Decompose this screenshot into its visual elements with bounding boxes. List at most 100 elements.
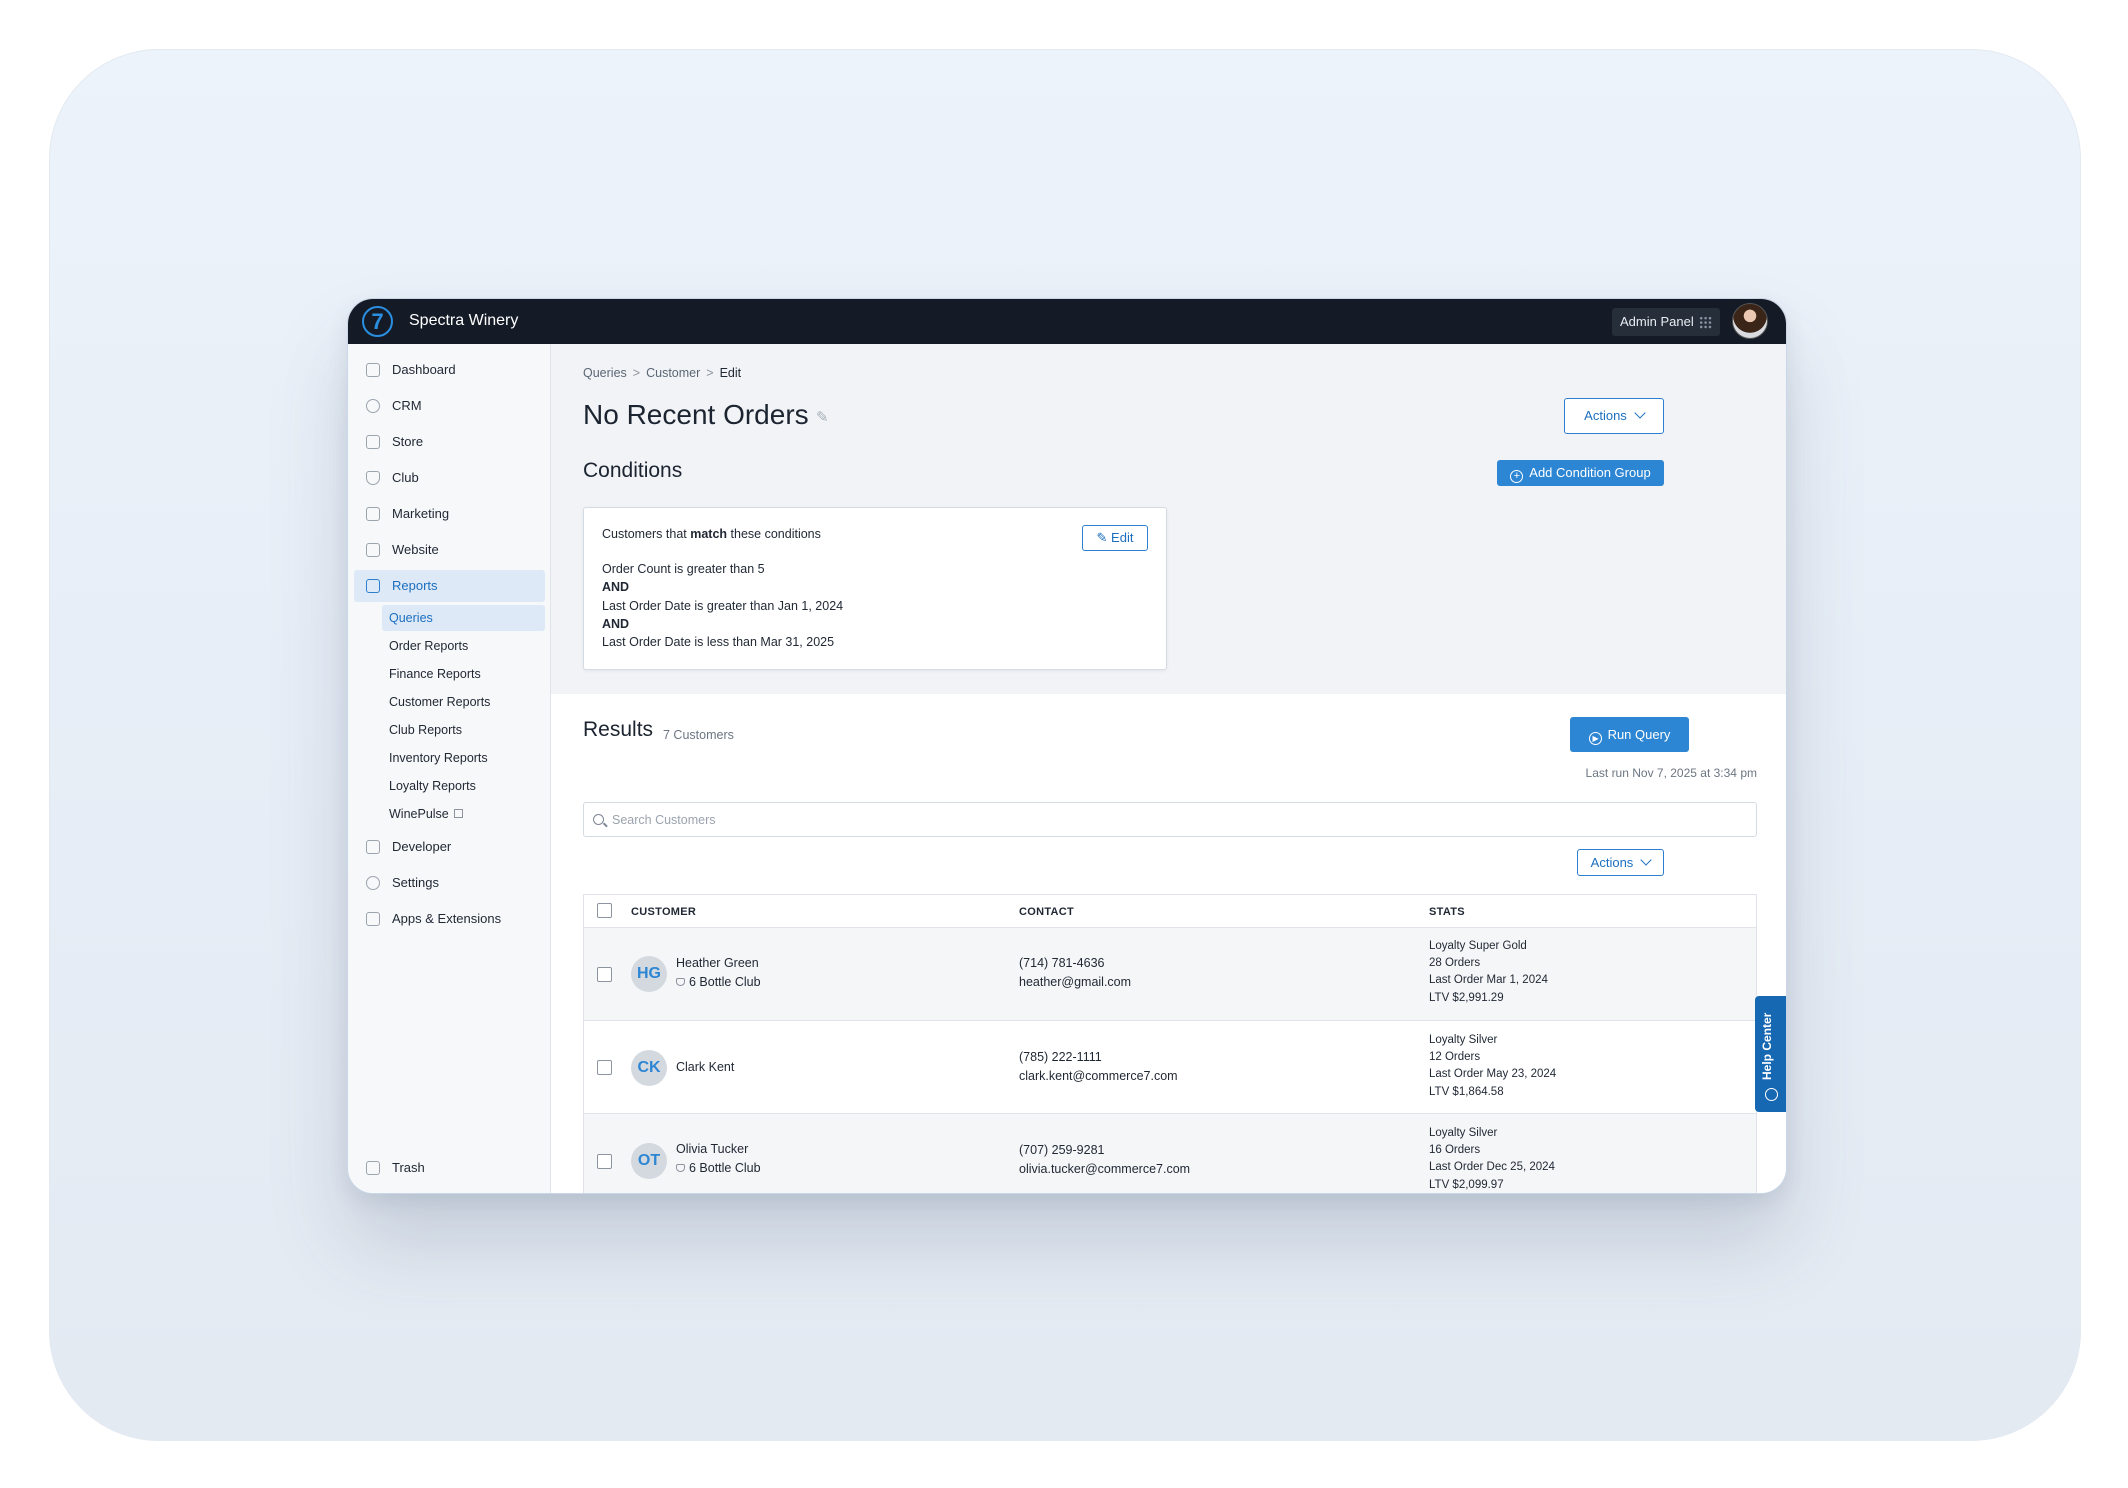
sidebar-subitem-order-reports[interactable]: Order Reports: [382, 633, 545, 659]
customer-name[interactable]: Olivia Tucker: [676, 1142, 748, 1156]
customer-stats: Loyalty Silver 16 Orders Last Order Dec …: [1429, 1125, 1555, 1193]
select-all-checkbox[interactable]: [597, 903, 612, 918]
sidebar-item-dashboard[interactable]: Dashboard: [354, 354, 545, 386]
search-placeholder: Search Customers: [612, 813, 716, 827]
query-header-section: Queries > Customer > Edit No Recent Orders ✎…: [551, 344, 1786, 694]
customer-contact: (714) 781-4636 heather@gmail.com: [1019, 954, 1131, 992]
sidebar-item-apps-extensions[interactable]: Apps & Extensions: [354, 903, 545, 935]
pencil-icon[interactable]: ✎: [816, 408, 830, 426]
logo-icon[interactable]: 7: [362, 306, 393, 337]
customer-club: 6 Bottle Club: [676, 975, 761, 989]
stat-orders: 16 Orders: [1429, 1144, 1481, 1157]
sidebar-item-website[interactable]: Website: [354, 534, 545, 566]
chevron-down-icon: [1634, 407, 1646, 419]
help-center-tab[interactable]: Help Center: [1755, 996, 1786, 1112]
sidebar-item-label: Dashboard: [392, 362, 456, 377]
smiley-icon: [366, 399, 380, 413]
diamond-icon: [366, 471, 380, 485]
search-customers-input[interactable]: Search Customers: [583, 802, 1757, 837]
row-checkbox[interactable]: [597, 1154, 612, 1169]
breadcrumb-customer[interactable]: Customer: [646, 366, 700, 380]
customer-avatar: CK: [631, 1050, 667, 1086]
search-icon: [593, 814, 604, 825]
breadcrumb-queries[interactable]: Queries: [583, 366, 627, 380]
sidebar-subitem-club-reports[interactable]: Club Reports: [382, 717, 545, 743]
sidebar-subitem-inventory-reports[interactable]: Inventory Reports: [382, 745, 545, 771]
sidebar-item-developer[interactable]: Developer: [354, 831, 545, 863]
column-header-stats[interactable]: STATS: [1429, 906, 1465, 918]
condition-line: Last Order Date is less than Mar 31, 202…: [602, 635, 835, 649]
sidebar-item-club[interactable]: Club: [354, 462, 545, 494]
customer-phone: (707) 259-9281: [1019, 1143, 1105, 1157]
page-actions-button[interactable]: Actions: [1564, 398, 1664, 434]
apps-icon: [366, 912, 380, 926]
edit-conditions-button[interactable]: ✎ Edit: [1082, 525, 1148, 551]
customer-email: clark.kent@commerce7.com: [1019, 1069, 1178, 1083]
sidebar-subitem-customer-reports[interactable]: Customer Reports: [382, 689, 545, 715]
run-query-label: Run Query: [1607, 727, 1671, 742]
plus-circle-icon: +: [1510, 470, 1524, 483]
customer-name[interactable]: Clark Kent: [676, 1060, 734, 1074]
results-title: Results: [583, 718, 654, 741]
stat-loyalty: Loyalty Silver: [1429, 1127, 1498, 1139]
customer-name[interactable]: Heather Green: [676, 956, 759, 970]
megaphone-icon: [366, 507, 380, 521]
sidebar-subitem-label: WinePulse: [389, 807, 449, 821]
results-actions-button[interactable]: Actions: [1577, 849, 1664, 876]
stat-orders: 28 Orders: [1429, 957, 1481, 970]
sidebar-item-marketing[interactable]: Marketing: [354, 498, 545, 530]
table-row[interactable]: CK Clark Kent (785) 222-1111 clark.kent@…: [584, 1021, 1756, 1114]
customer-phone: (785) 222-1111: [1019, 1050, 1102, 1064]
customer-contact: (785) 222-1111 clark.kent@commerce7.com: [1019, 1048, 1178, 1086]
sidebar: Dashboard CRM Store Club Marketing Websi…: [348, 344, 551, 1193]
stat-last-order: Last Order May 23, 2024: [1429, 1068, 1557, 1081]
sidebar-item-crm[interactable]: CRM: [354, 390, 545, 422]
diamond-icon: [676, 1164, 685, 1172]
wrench-icon: [366, 840, 380, 854]
sidebar-item-label: Website: [392, 542, 439, 557]
breadcrumb: Queries > Customer > Edit: [583, 366, 741, 380]
help-icon: [1765, 1088, 1778, 1101]
play-icon: ▶: [1588, 732, 1602, 745]
sidebar-subitem-winepulse[interactable]: WinePulse: [382, 801, 545, 827]
sidebar-subitem-queries[interactable]: Queries: [382, 605, 545, 631]
sidebar-item-label: Developer: [392, 839, 452, 854]
row-checkbox[interactable]: [597, 1060, 612, 1075]
user-avatar[interactable]: [1732, 303, 1768, 339]
sidebar-item-store[interactable]: Store: [354, 426, 545, 458]
customer-stats: Loyalty Silver 12 Orders Last Order May …: [1429, 1032, 1556, 1101]
chevron-down-icon: [1640, 854, 1652, 866]
table-row[interactable]: HG Heather Green 6 Bottle Club (714) 781…: [584, 928, 1756, 1021]
sidebar-subitem-finance-reports[interactable]: Finance Reports: [382, 661, 545, 687]
stat-ltv: LTV $2,991.29: [1429, 991, 1504, 1004]
column-header-customer[interactable]: CUSTOMER: [631, 906, 696, 918]
sidebar-item-trash[interactable]: Trash: [354, 1152, 545, 1184]
table-row[interactable]: OT Olivia Tucker 6 Bottle Club (707) 259…: [584, 1114, 1756, 1193]
add-condition-group-button[interactable]: + Add Condition Group: [1497, 460, 1664, 486]
customer-email: heather@gmail.com: [1019, 975, 1132, 989]
stat-last-order: Last Order Mar 1, 2024: [1429, 974, 1548, 987]
stat-last-order: Last Order Dec 25, 2024: [1429, 1161, 1555, 1174]
admin-panel-button[interactable]: Admin Panel: [1612, 308, 1720, 336]
column-header-contact[interactable]: CONTACT: [1019, 906, 1074, 918]
home-icon: [366, 363, 380, 377]
gear-icon: [366, 876, 380, 890]
run-query-button[interactable]: ▶ Run Query: [1570, 717, 1689, 752]
sidebar-subitem-loyalty-reports[interactable]: Loyalty Reports: [382, 773, 545, 799]
row-checkbox[interactable]: [597, 967, 612, 982]
app-window: 7 Spectra Winery Admin Panel Dashboard C…: [347, 298, 1787, 1194]
sidebar-item-label: Settings: [392, 875, 439, 890]
breadcrumb-separator: >: [706, 366, 714, 380]
sidebar-item-reports[interactable]: Reports: [354, 570, 545, 602]
stat-ltv: LTV $1,864.58: [1429, 1085, 1504, 1098]
breadcrumb-edit: Edit: [719, 366, 742, 380]
bar-chart-icon: [366, 579, 380, 593]
sidebar-item-settings[interactable]: Settings: [354, 867, 545, 899]
actions-label: Actions: [1584, 408, 1627, 423]
sidebar-item-label: Trash: [392, 1160, 425, 1175]
condition-operator: AND: [602, 580, 630, 594]
pencil-icon: ✎: [1096, 530, 1112, 545]
top-bar: 7 Spectra Winery Admin Panel: [348, 299, 1786, 344]
trash-icon: [366, 1161, 380, 1175]
sidebar-item-label: Marketing: [392, 506, 450, 521]
